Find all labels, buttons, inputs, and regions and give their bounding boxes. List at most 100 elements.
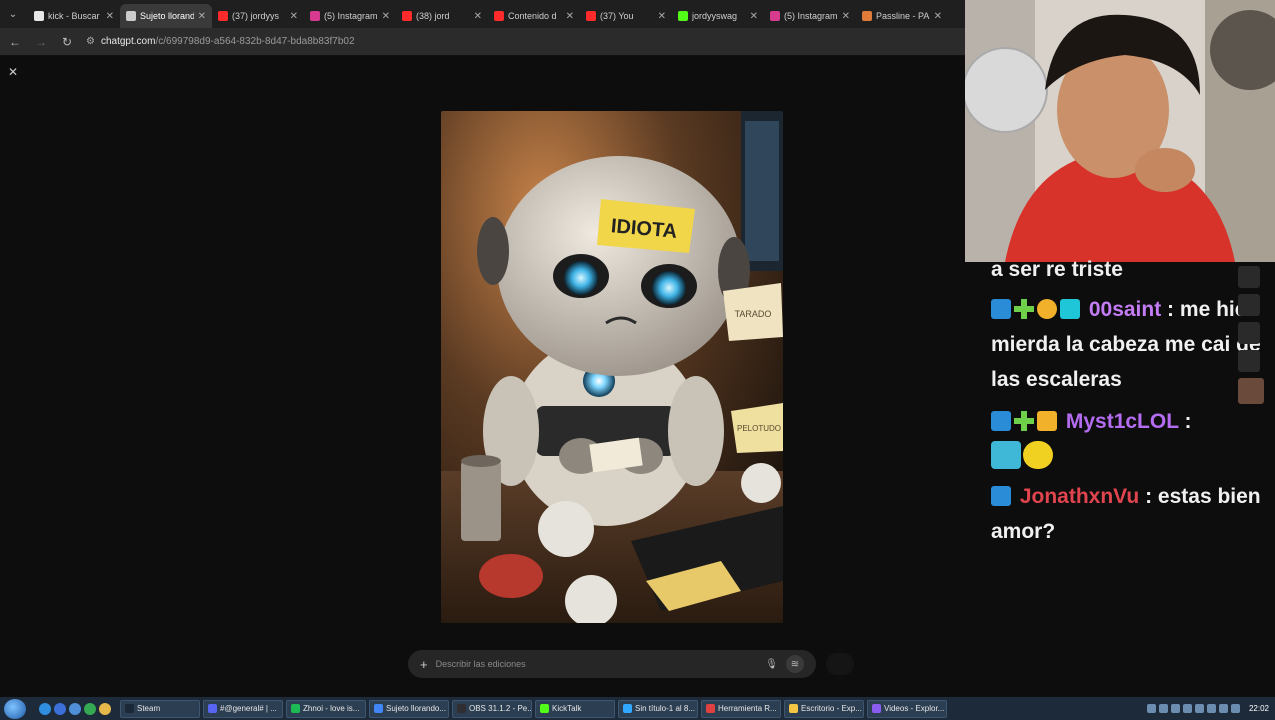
- tab-title: Passline - PA: [876, 11, 930, 21]
- tab-title: (38) jord: [416, 11, 450, 21]
- taskbar-item[interactable]: Herramienta R...: [701, 699, 781, 718]
- tab-close-icon[interactable]: ✕: [474, 11, 482, 22]
- voice-mode-icon[interactable]: ≋: [786, 655, 804, 673]
- reload-icon[interactable]: ↻: [60, 35, 74, 49]
- browser-tab[interactable]: Passline - PA ✕: [856, 4, 948, 28]
- one-badge-icon: [1037, 299, 1057, 319]
- browser-tab[interactable]: jordyyswag ✕: [672, 4, 764, 28]
- tray-icon[interactable]: [1170, 704, 1180, 713]
- taskbar-item-label: Escritorio - Exp...: [801, 704, 862, 713]
- taskbar-item[interactable]: Escritorio - Exp...: [784, 699, 864, 718]
- tab-favicon-icon: [862, 11, 872, 21]
- plus-badge-icon: [1014, 411, 1034, 431]
- clock[interactable]: 22:02: [1249, 704, 1269, 713]
- tray-icon[interactable]: [1146, 704, 1156, 713]
- taskbar-app-icon: [457, 704, 466, 713]
- chat-username[interactable]: JonathxnVu: [1020, 485, 1139, 508]
- browser-tab[interactable]: Sujeto llorando ✕: [120, 4, 212, 28]
- tab-close-icon[interactable]: ✕: [382, 11, 390, 22]
- chat-fragment: a ser re triste: [991, 252, 1261, 287]
- emote-group: [991, 441, 1261, 480]
- taskbar-item[interactable]: #@general# | ...: [203, 699, 283, 718]
- chat-message: JonathxnVu : estas bien amor?: [991, 485, 1261, 543]
- taskbar-item[interactable]: Sujeto llorando...: [369, 699, 449, 718]
- tab-title: (5) Instagram: [324, 11, 378, 21]
- tab-close-icon[interactable]: ✕: [290, 11, 298, 22]
- taskbar-app-icon: [706, 704, 715, 713]
- plus-icon[interactable]: +: [420, 657, 428, 672]
- tray-icon[interactable]: [1218, 704, 1228, 713]
- back-icon[interactable]: ←: [8, 35, 22, 49]
- taskbar-item[interactable]: KickTalk: [535, 699, 615, 718]
- browser-tab[interactable]: kick - Buscar ✕: [28, 4, 120, 28]
- taskbar-item[interactable]: Steam: [120, 699, 200, 718]
- taskbar-item-label: Sin título-1 al 8...: [635, 704, 696, 713]
- browser-tab[interactable]: (37) You ✕: [580, 4, 672, 28]
- start-button[interactable]: [4, 698, 26, 719]
- streamer-webcam: [965, 0, 1275, 262]
- site-info-icon[interactable]: ⚙: [86, 36, 95, 47]
- taskbar-item[interactable]: Videos - Explor...: [867, 699, 947, 718]
- avatar: [1238, 294, 1260, 316]
- taskbar-item[interactable]: Sin título-1 al 8...: [618, 699, 698, 718]
- browser-tab[interactable]: (37) jordyys ✕: [212, 4, 304, 28]
- tab-close-icon[interactable]: ✕: [842, 11, 850, 22]
- tray-icon[interactable]: [1206, 704, 1216, 713]
- taskbar-item[interactable]: Zhnoi - love is...: [286, 699, 366, 718]
- taskbar-app-icon: [789, 704, 798, 713]
- paper-text-2: PELOTUDO: [737, 424, 781, 433]
- taskbar-app-icon: [291, 704, 300, 713]
- taskbar-item-label: #@general# | ...: [220, 704, 277, 713]
- quicklaunch-folder-icon[interactable]: [99, 702, 111, 715]
- tab-title: kick - Buscar: [48, 11, 100, 21]
- tray-icon[interactable]: [1158, 704, 1168, 713]
- browser-tab[interactable]: (5) Instagram ✕: [304, 4, 396, 28]
- generated-image[interactable]: IDIOTA TARADO PELOTUDO: [441, 111, 783, 623]
- taskbar-item-label: Zhnoi - love is...: [303, 704, 360, 713]
- tab-favicon-icon: [770, 11, 780, 21]
- grid-badge-icon: [1060, 299, 1080, 319]
- tab-close-icon[interactable]: ✕: [750, 11, 758, 22]
- tab-title: (37) You: [600, 11, 634, 21]
- url-host: chatgpt.com: [100, 36, 156, 47]
- taskbar-item-label: Videos - Explor...: [884, 704, 945, 713]
- chat-username[interactable]: Myst1cLOL: [1066, 410, 1179, 433]
- quicklaunch-browser-icon[interactable]: [54, 702, 66, 715]
- tab-favicon-icon: [218, 11, 228, 21]
- tab-close-icon[interactable]: ✕: [566, 11, 574, 22]
- quicklaunch-edge-icon[interactable]: [69, 702, 81, 715]
- browser-tab[interactable]: Contenido d ✕: [488, 4, 580, 28]
- emote-icon: [1023, 441, 1053, 469]
- browser-tab[interactable]: (38) jord ✕: [396, 4, 488, 28]
- taskbar-item[interactable]: OBS 31.1.2 - Pe...: [452, 699, 532, 718]
- tab-search-icon[interactable]: ⌄: [4, 5, 22, 23]
- taskbar-app-icon: [125, 704, 134, 713]
- quicklaunch-chrome-icon[interactable]: [84, 702, 96, 715]
- chat-fragment-text: a ser re triste: [991, 258, 1123, 281]
- plus-badge-icon: [1014, 299, 1034, 319]
- edit-prompt-bar[interactable]: + Describir las ediciones 🎙 ≋: [408, 650, 816, 678]
- tab-title: (5) Instagram: [784, 11, 838, 21]
- url-field[interactable]: ⚙ chatgpt.com/c/699798d9-a564-832b-8d47-…: [86, 36, 355, 47]
- crown-badge-icon: [1037, 411, 1057, 431]
- edit-prompt-input[interactable]: Describir las ediciones: [436, 659, 758, 669]
- microphone-icon[interactable]: 🎙: [765, 659, 778, 670]
- sad-robot-illustration: IDIOTA TARADO PELOTUDO: [441, 111, 783, 623]
- tab-favicon-icon: [34, 11, 44, 21]
- browser-tab[interactable]: (5) Instagram ✕: [764, 4, 856, 28]
- tab-close-icon[interactable]: ✕: [106, 11, 114, 22]
- chat-username[interactable]: 00saint: [1089, 298, 1161, 321]
- close-icon[interactable]: ✕: [8, 65, 18, 79]
- tab-title: (37) jordyys: [232, 11, 280, 21]
- tab-title: jordyyswag: [692, 11, 738, 21]
- tab-close-icon[interactable]: ✕: [198, 11, 206, 22]
- url-path: /c/699798d9-a564-832b-8d47-bda8b83f7b02: [155, 36, 355, 47]
- tab-favicon-icon: [494, 11, 504, 21]
- tab-close-icon[interactable]: ✕: [658, 11, 666, 22]
- quicklaunch-ie-icon[interactable]: [39, 702, 51, 715]
- tray-icon[interactable]: [1182, 704, 1192, 713]
- tray-icon[interactable]: [1194, 704, 1204, 713]
- tab-close-icon[interactable]: ✕: [934, 11, 942, 22]
- forward-icon[interactable]: →: [34, 35, 48, 49]
- tray-icon[interactable]: [1230, 704, 1240, 713]
